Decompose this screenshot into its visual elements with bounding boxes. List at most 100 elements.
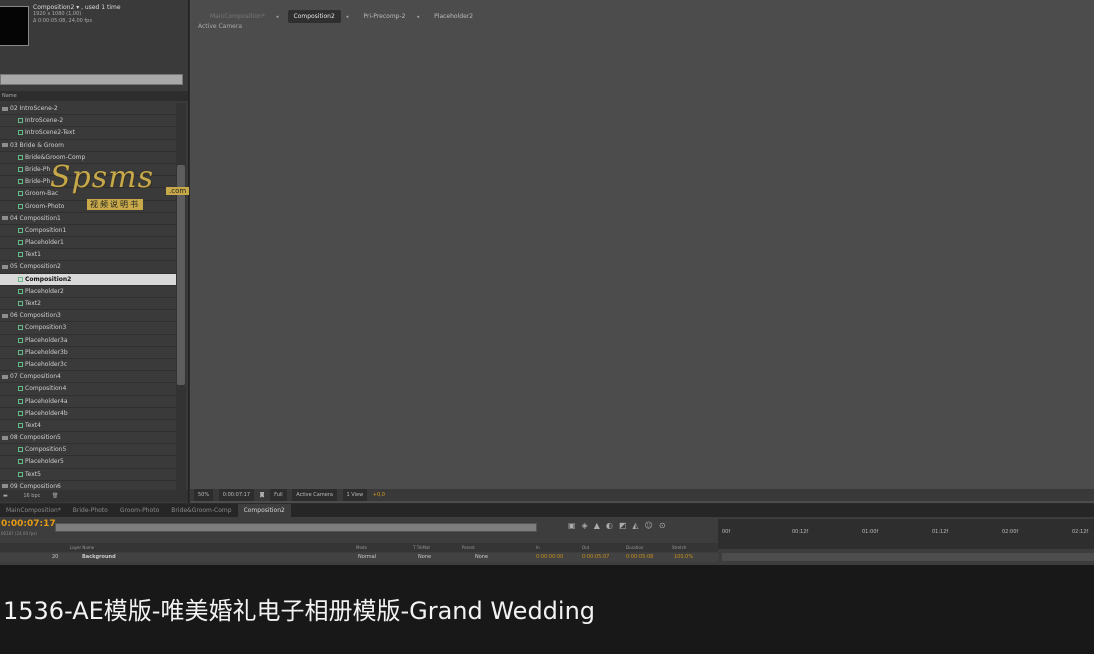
composition-icon — [18, 447, 23, 453]
project-item[interactable]: Text1 — [0, 249, 176, 262]
timeline-tab[interactable]: Bride-Photo — [67, 504, 114, 517]
project-item[interactable]: Text4 — [0, 420, 176, 433]
viewer-tab-composition2[interactable]: Composition2 — [287, 10, 341, 23]
project-item[interactable]: 02 IntroScene-2 — [0, 103, 176, 116]
timeline-search-input[interactable] — [55, 523, 537, 532]
timeline-tab[interactable]: Composition2 — [237, 504, 291, 517]
zoom-select[interactable]: 50% — [194, 489, 214, 501]
layer-trkmat[interactable]: None — [418, 553, 431, 562]
camera-select[interactable]: Active Camera — [292, 489, 337, 501]
timeline-fps: 00187 (24.00 fps) — [1, 531, 37, 536]
project-item[interactable]: 08 Composition5 — [0, 432, 176, 445]
layer-parent[interactable]: None — [475, 553, 488, 562]
comp-name-info[interactable]: Composition2 ▾ , used 1 time — [33, 4, 121, 11]
composition-viewer[interactable] — [190, 0, 1094, 503]
project-item[interactable]: Composition4 — [0, 383, 176, 396]
folder-icon — [2, 106, 8, 111]
watermark-subtitle: 视频说明书 — [87, 199, 143, 210]
project-item[interactable]: IntroScene2-Text — [0, 127, 176, 140]
layer-row[interactable]: 20 Background Normal None None 0:00:00:0… — [0, 553, 718, 562]
project-column-header[interactable]: Name — [0, 91, 188, 101]
header-duration: Duration — [626, 545, 644, 550]
layer-duration[interactable]: 0:00:05:08 — [626, 553, 653, 562]
arrow-left-icon[interactable]: ◂ — [417, 14, 420, 20]
exposure-value[interactable]: +0,0 — [373, 489, 385, 501]
project-item[interactable]: 03 Bride & Groom — [0, 140, 176, 152]
project-scrollbar-thumb[interactable] — [177, 165, 185, 385]
viewer-timecode[interactable]: 0:00:07:17 — [218, 489, 255, 501]
viewer-tab-placeholder2[interactable]: Placeholder2 — [428, 10, 479, 23]
composition-icon — [18, 459, 23, 465]
arrow-left-icon[interactable]: ◂ — [346, 14, 349, 20]
project-item[interactable]: 06 Composition3 — [0, 310, 176, 323]
project-item[interactable]: Text2 — [0, 298, 176, 311]
composition-icon — [18, 337, 23, 343]
project-item[interactable]: Placeholder5 — [0, 456, 176, 469]
time-ruler[interactable]: 00f 00:12f 01:00f 01:12f 02:00f 02:12f — [718, 519, 1094, 549]
project-item[interactable]: Placeholder1 — [0, 237, 176, 250]
project-item[interactable]: Composition3 — [0, 322, 176, 335]
composition-icon — [18, 166, 23, 172]
project-item[interactable]: Placeholder2 — [0, 286, 176, 298]
timeline-timecode[interactable]: 0:00:07:17 — [1, 519, 56, 529]
arrow-left-icon[interactable]: ◂ — [276, 14, 279, 20]
timeline-tab[interactable]: MainComposition* — [0, 504, 67, 517]
project-item[interactable]: 04 Composition1 — [0, 213, 176, 225]
camera-snapshot-icon[interactable]: ◙ — [260, 492, 265, 498]
composition-icon — [18, 252, 23, 258]
project-item[interactable]: Composition2 — [0, 273, 176, 286]
timeline-tab[interactable]: Bride&Groom-Comp — [165, 504, 237, 517]
new-folder-icon[interactable]: ▬ — [3, 493, 8, 499]
ruler-tick-label: 01:12f — [932, 529, 949, 535]
layer-mode[interactable]: Normal — [358, 553, 376, 562]
composition-icon — [18, 410, 23, 416]
project-item-label: Placeholder4b — [25, 409, 68, 417]
caption-text: 1536-AE模版-唯美婚礼电子相册模版-Grand Wedding — [3, 597, 596, 625]
layer-out[interactable]: 0:00:05:07 — [582, 553, 609, 562]
project-item-label: 02 IntroScene-2 — [10, 105, 58, 112]
layer-stretch[interactable]: 100,0% — [674, 553, 693, 562]
project-item-label: Composition3 — [25, 324, 67, 332]
layer-in[interactable]: 0:00:00:00 — [536, 553, 563, 562]
project-item[interactable]: Placeholder3a — [0, 335, 176, 347]
timeline-tab-bar: MainComposition* Bride-Photo Groom-Photo Br… — [0, 504, 1094, 517]
project-item[interactable]: Placeholder4a — [0, 396, 176, 408]
ruler-tick-label: 00f — [722, 529, 731, 535]
folder-icon — [2, 143, 8, 148]
timeline-switches[interactable]: ▣◈▲◐◩◭☺⊙ — [568, 521, 672, 530]
project-item[interactable]: Composition5 — [0, 444, 176, 457]
layer-duration-bar[interactable] — [722, 553, 1094, 561]
composition-icon — [18, 361, 23, 367]
viewer-tab-pri-precomp[interactable]: Pri-Precomp-2 — [358, 10, 412, 23]
comp-duration-info: Δ 0:00:05:08, 24,00 fps — [33, 18, 92, 24]
layer-name[interactable]: Background — [82, 553, 116, 562]
project-item[interactable]: 09 Composition6 — [0, 481, 176, 490]
project-item-label: Text4 — [25, 421, 41, 429]
project-item-label: Placeholder5 — [25, 458, 64, 466]
resolution-select[interactable]: Full — [270, 489, 287, 501]
project-item-label: 04 Composition1 — [10, 214, 61, 222]
project-item-label: Composition1 — [25, 226, 67, 234]
viewer-toolbar: 50% 0:00:07:17 ◙ Full Active Camera 1 Vi… — [190, 489, 1094, 501]
project-item-label: IntroScene-2 — [25, 117, 64, 125]
project-item[interactable]: IntroScene-2 — [0, 115, 176, 128]
project-item[interactable]: Placeholder3b — [0, 347, 176, 359]
project-item-label: Placeholder3c — [25, 360, 68, 368]
views-select[interactable]: 1 View — [342, 489, 368, 501]
timeline-tab[interactable]: Groom-Photo — [114, 504, 165, 517]
ruler-tick-label: 01:00f — [862, 529, 879, 535]
folder-icon — [2, 435, 8, 440]
project-search-input[interactable] — [0, 74, 183, 85]
trash-icon[interactable]: 🗑 — [52, 493, 58, 499]
project-item[interactable]: Placeholder3c — [0, 359, 176, 372]
project-item[interactable]: 07 Composition4 — [0, 371, 176, 384]
bpc-toggle[interactable]: 16 bpc — [23, 493, 40, 499]
project-item[interactable]: Placeholder4b — [0, 408, 176, 420]
ruler-tick-label: 02:12f — [1072, 529, 1089, 535]
project-item[interactable]: Composition1 — [0, 225, 176, 238]
viewer-tab-maincomposition[interactable]: MainComposition* — [204, 10, 271, 23]
project-item[interactable]: 05 Composition2 — [0, 261, 176, 274]
project-item[interactable]: Text5 — [0, 469, 176, 481]
folder-icon — [2, 216, 8, 221]
folder-icon — [2, 264, 8, 269]
